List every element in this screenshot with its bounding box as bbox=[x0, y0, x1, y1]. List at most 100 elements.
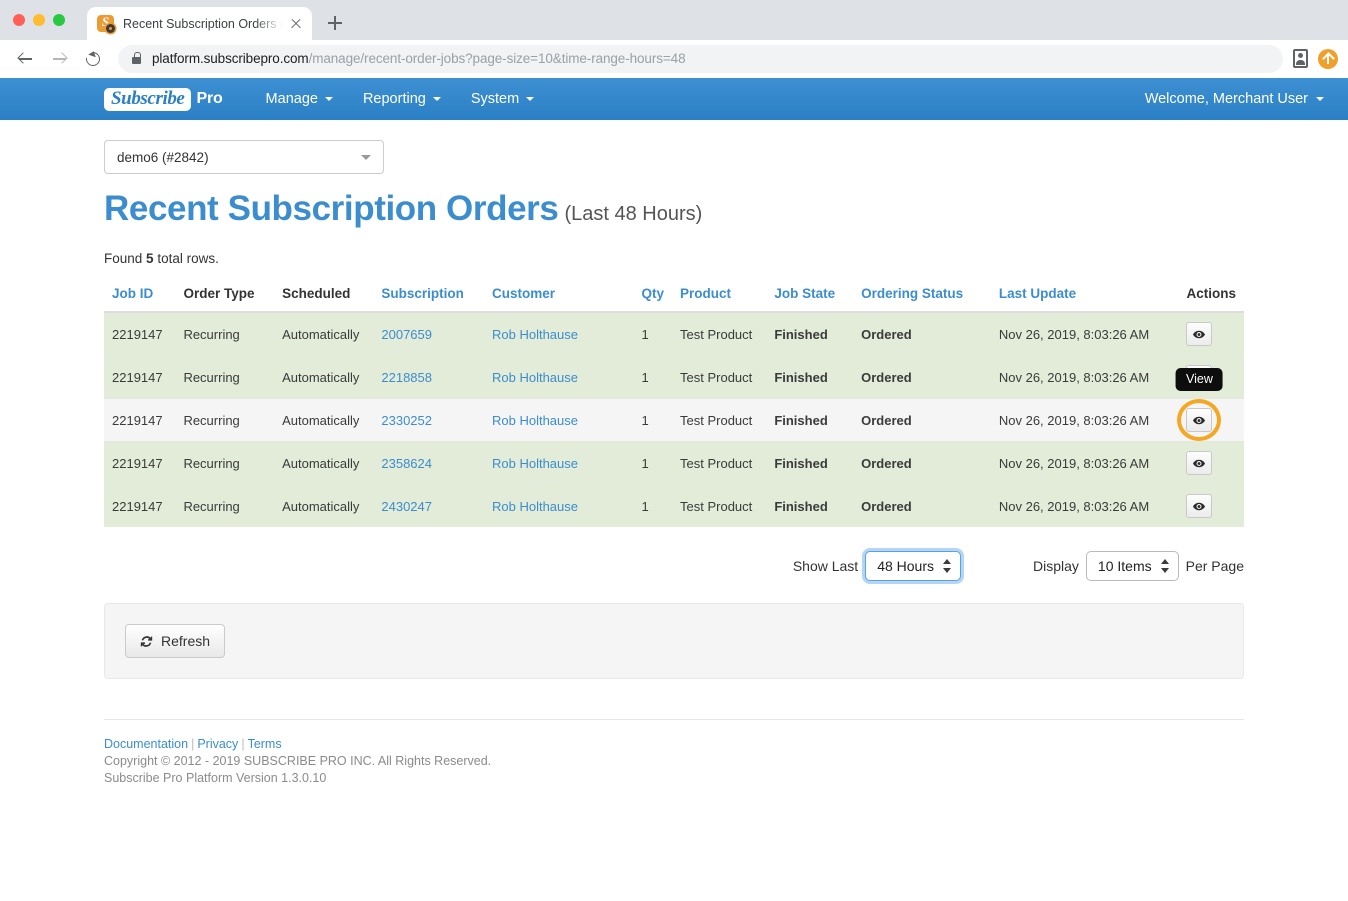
table-row[interactable]: 2219147 Recurring Automatically 2430247 Rob … bbox=[104, 484, 1244, 527]
cell-job-id: 2219147 bbox=[112, 326, 163, 342]
browser-tab-strip: S Recent Subscription Orders (Last 48 Ho… bbox=[0, 0, 1348, 40]
subscribepro-favicon-icon: S bbox=[97, 14, 115, 33]
table-row[interactable]: 2219147 Recurring Automatically 2330252 Rob … bbox=[104, 368, 1244, 442]
cell-last-update: Nov 26, 2019, 8:03:26 AM bbox=[990, 355, 1179, 399]
page-title-suffix: (Last 48 Hours) bbox=[564, 203, 703, 225]
page-size-select[interactable]: 10 Items bbox=[1085, 551, 1179, 581]
refresh-icon bbox=[140, 635, 153, 647]
footer-copyright: Copyright © 2012 - 2019 SUBSCRIBE PRO IN… bbox=[104, 754, 492, 768]
cell-customer-link[interactable]: Rob Holthause bbox=[492, 413, 578, 428]
column-header-customer[interactable]: Customer bbox=[483, 280, 634, 313]
forward-button[interactable] bbox=[44, 44, 74, 74]
page-title-text: Recent Subscription Orders bbox=[104, 189, 559, 228]
cell-scheduled: Automatically bbox=[274, 355, 374, 399]
per-page-label: Per Page bbox=[1185, 558, 1244, 574]
nav-item-system[interactable]: System bbox=[456, 78, 549, 120]
cell-subscription-link[interactable]: 2330252 bbox=[381, 413, 432, 428]
cell-customer-link[interactable]: Rob Holthause bbox=[492, 456, 578, 471]
nav-item-manage-label: Manage bbox=[265, 91, 318, 107]
view-button[interactable] bbox=[1186, 451, 1213, 475]
nav-item-manage[interactable]: Manage bbox=[251, 78, 348, 120]
site-selector[interactable]: demo6 (#2842) bbox=[104, 140, 384, 174]
update-available-icon[interactable] bbox=[1318, 48, 1338, 69]
eye-icon bbox=[1193, 502, 1206, 510]
cell-subscription[interactable]: 2007659 bbox=[373, 312, 484, 356]
footer-link-terms[interactable]: Terms bbox=[248, 737, 282, 751]
view-button[interactable] bbox=[1186, 494, 1213, 518]
cell-customer[interactable]: Rob Holthause bbox=[484, 312, 634, 356]
close-window-button[interactable] bbox=[13, 14, 25, 26]
column-header-ordering-status[interactable]: Ordering Status bbox=[853, 280, 991, 313]
column-header-actions: Actions bbox=[1178, 280, 1244, 313]
cell-subscription-link[interactable]: 2007659 bbox=[381, 327, 432, 342]
chevron-down-icon bbox=[526, 97, 535, 101]
cell-customer-link[interactable]: Rob Holthause bbox=[492, 370, 578, 385]
footer-link-privacy[interactable]: Privacy bbox=[197, 737, 238, 751]
show-last-select[interactable]: 48 Hours bbox=[865, 551, 962, 581]
results-count: Found 5 total rows. bbox=[104, 251, 1244, 266]
url-path: /manage/recent-order-jobs?page-size=10&t… bbox=[308, 51, 686, 66]
address-bar[interactable]: platform.subscribepro.com/manage/recent-… bbox=[118, 44, 1283, 73]
user-menu-label: Welcome, Merchant User bbox=[1144, 91, 1308, 107]
cell-ordering-status: Ordered bbox=[861, 326, 912, 342]
cell-job-state: Finished bbox=[766, 398, 854, 442]
cell-subscription-link[interactable]: 2430247 bbox=[381, 499, 432, 514]
table-row[interactable]: 2219147 Recurring Automatically 2358624 Rob … bbox=[104, 441, 1244, 485]
cell-customer[interactable]: Rob Holthause bbox=[483, 441, 634, 485]
cell-scheduled: Automatically bbox=[274, 484, 374, 527]
cell-ordering-status: Ordered bbox=[853, 355, 991, 399]
cell-customer[interactable]: Rob Holthause bbox=[483, 355, 634, 399]
page-body: demo6 (#2842) Recent Subscription Orders… bbox=[0, 140, 1348, 787]
footer-separator: | bbox=[241, 737, 245, 751]
cell-subscription-link[interactable]: 2358624 bbox=[381, 456, 432, 471]
display-label: Display bbox=[1033, 558, 1079, 574]
cell-subscription[interactable]: 2430247 bbox=[373, 484, 484, 527]
column-header-last-update[interactable]: Last Update bbox=[990, 280, 1179, 313]
brand-logo-box: Subscribe bbox=[104, 87, 192, 111]
view-tooltip: View bbox=[1176, 368, 1223, 391]
back-button[interactable] bbox=[10, 44, 40, 74]
results-count-prefix: Found bbox=[104, 251, 143, 266]
cell-subscription[interactable]: 2358624 bbox=[373, 441, 484, 485]
cell-qty: 1 bbox=[633, 441, 673, 485]
column-header-qty[interactable]: Qty bbox=[633, 280, 673, 313]
chevron-down-icon bbox=[361, 155, 371, 160]
cell-customer[interactable]: Rob Holthause bbox=[483, 484, 634, 527]
new-tab-button[interactable] bbox=[321, 9, 349, 37]
view-action-wrapper bbox=[1186, 322, 1213, 346]
table-row[interactable]: 2219147 Recurring Automatically 2007659 Rob … bbox=[104, 312, 1244, 356]
nav-item-reporting[interactable]: Reporting bbox=[348, 78, 456, 120]
cell-subscription[interactable]: 2330252 bbox=[373, 398, 484, 442]
maximize-window-button[interactable] bbox=[53, 14, 65, 26]
column-header-job-id[interactable]: Job ID bbox=[104, 280, 176, 313]
cell-customer[interactable]: Rob Holthause bbox=[483, 398, 634, 442]
column-header-product[interactable]: Product bbox=[672, 280, 767, 313]
column-header-subscription[interactable]: Subscription bbox=[373, 280, 484, 313]
cell-ordering-status: Ordered bbox=[853, 484, 991, 527]
profile-card-icon[interactable] bbox=[1293, 49, 1308, 68]
cell-job-id: 2219147 bbox=[104, 355, 176, 399]
user-menu[interactable]: Welcome, Merchant User bbox=[1145, 91, 1324, 107]
reload-icon bbox=[83, 48, 103, 69]
reload-button[interactable] bbox=[78, 44, 108, 74]
view-button[interactable] bbox=[1186, 408, 1213, 432]
browser-tab[interactable]: S Recent Subscription Orders (Last 48 Ho… bbox=[87, 7, 312, 40]
cell-subscription[interactable]: 2218858 bbox=[373, 355, 484, 399]
cell-customer-link[interactable]: Rob Holthause bbox=[492, 327, 578, 342]
footer-link-documentation[interactable]: Documentation bbox=[104, 737, 188, 751]
cell-ordering-status: Ordered bbox=[853, 441, 991, 485]
minimize-window-button[interactable] bbox=[33, 14, 45, 26]
view-button[interactable] bbox=[1186, 322, 1213, 346]
table-row[interactable]: 2219147 Recurring Automatically 2218858 Rob … bbox=[104, 355, 1244, 399]
brand-logo[interactable]: Subscribe Pro bbox=[104, 78, 223, 120]
site-selector-value: demo6 (#2842) bbox=[117, 149, 209, 165]
app-navbar: Subscribe Pro Manage Reporting System We… bbox=[0, 78, 1348, 120]
chevron-down-icon bbox=[324, 97, 333, 101]
cell-last-update: Nov 26, 2019, 8:03:26 AM bbox=[990, 484, 1179, 527]
cell-customer-link[interactable]: Rob Holthause bbox=[492, 499, 578, 514]
refresh-button[interactable]: Refresh bbox=[125, 624, 226, 658]
eye-icon bbox=[1193, 330, 1206, 338]
column-header-job-state[interactable]: Job State bbox=[766, 280, 854, 313]
close-tab-icon[interactable] bbox=[288, 16, 304, 32]
cell-subscription-link[interactable]: 2218858 bbox=[381, 370, 432, 385]
